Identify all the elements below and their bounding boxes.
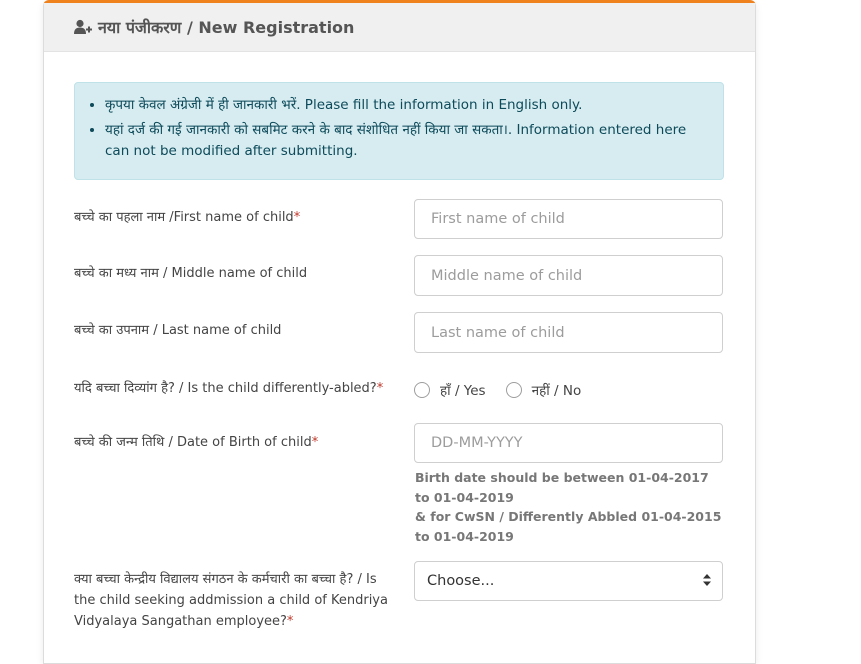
required-marker: *	[293, 210, 301, 225]
alert-item: यहां दर्ज की गई जानकारी को सबमिट करने के…	[105, 120, 703, 162]
radio-yes[interactable]	[414, 382, 430, 398]
kvs-employee-label: क्या बच्चा केन्द्रीय विद्यालय संगठन के क…	[74, 572, 388, 629]
required-marker: *	[376, 381, 384, 396]
radio-option-no[interactable]: नहीं / No	[505, 381, 582, 399]
required-marker: *	[286, 614, 294, 629]
kvs-employee-select[interactable]: Choose...	[414, 561, 723, 601]
middle-name-label: बच्चे का मध्य नाम / Middle name of child	[74, 266, 308, 281]
alert-item: कृपया केवल अंग्रेजी में ही जानकारी भरें.…	[105, 95, 703, 116]
dob-input[interactable]	[414, 423, 723, 463]
dob-label: बच्चे की जन्म तिथि / Date of Birth of ch…	[74, 435, 319, 450]
select-value: Choose...	[427, 573, 495, 589]
radio-option-yes[interactable]: हाँ / Yes	[414, 381, 486, 399]
last-name-label: बच्चे का उपनाम / Last name of child	[74, 323, 282, 338]
select-arrows-icon	[703, 574, 711, 586]
required-marker: *	[311, 435, 319, 450]
card-header: नया पंजीकरण / New Registration	[44, 3, 755, 52]
registration-card: नया पंजीकरण / New Registration कृपया केव…	[43, 0, 756, 664]
differently-abled-label: यदि बच्चा दिव्यांग है? / Is the child di…	[74, 381, 384, 396]
middle-name-input[interactable]	[414, 255, 723, 296]
first-name-label: बच्चे का पहला नाम /First name of child*	[74, 210, 301, 225]
dob-help-text: Birth date should be between 01-04-2017 …	[415, 470, 722, 544]
user-plus-icon	[74, 19, 92, 35]
page-title: नया पंजीकरण / New Registration	[98, 18, 355, 37]
info-alert: कृपया केवल अंग्रेजी में ही जानकारी भरें.…	[74, 82, 724, 180]
radio-no-label: नहीं / No	[531, 383, 582, 399]
differently-abled-options: हाँ / Yes नहीं / No	[414, 381, 601, 399]
radio-yes-label: हाँ / Yes	[440, 383, 486, 399]
last-name-input[interactable]	[414, 312, 723, 353]
radio-no[interactable]	[505, 382, 522, 398]
first-name-input[interactable]	[414, 199, 723, 239]
